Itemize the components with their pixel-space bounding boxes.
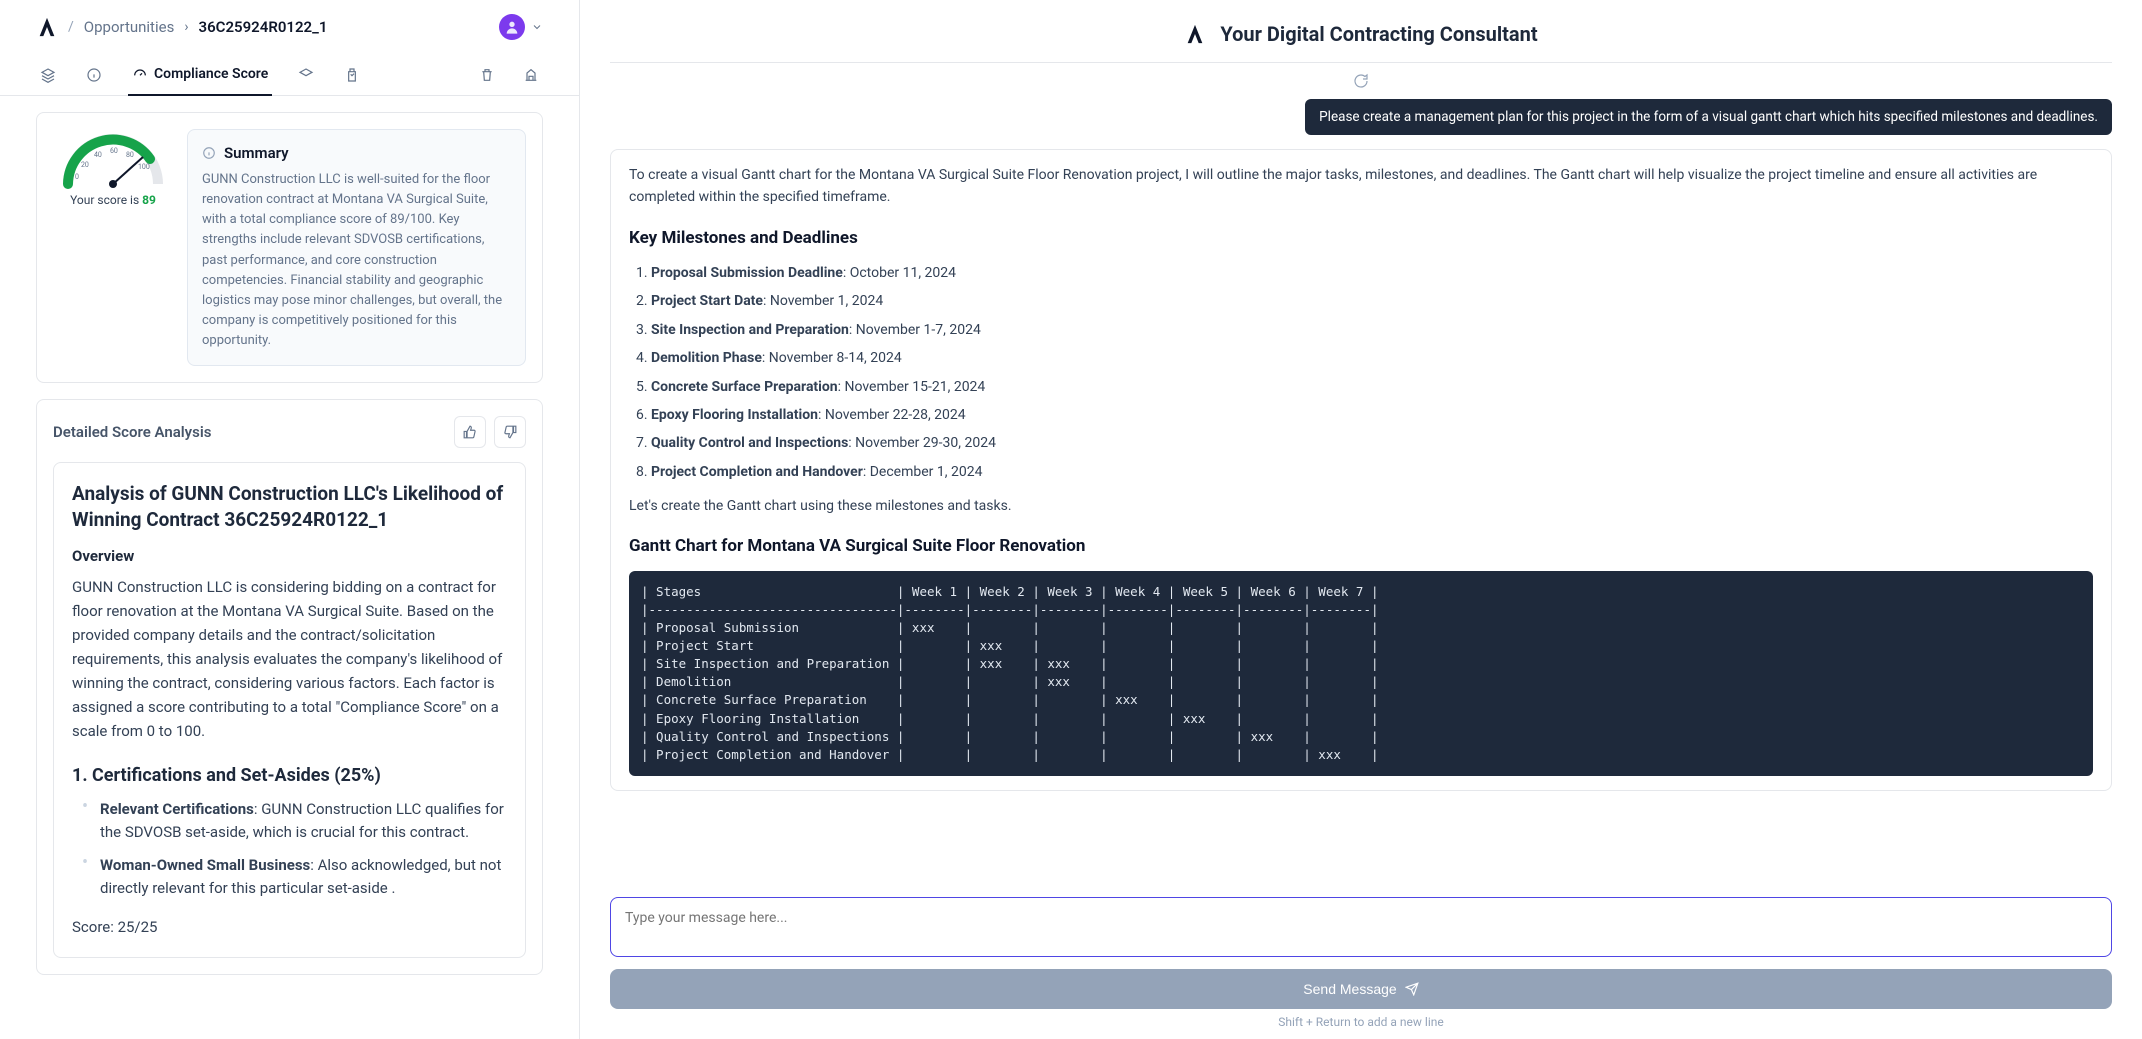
- analysis-heading: Analysis of GUNN Construction LLC's Like…: [72, 481, 507, 532]
- tab-edit[interactable]: [340, 55, 364, 95]
- svg-text:20: 20: [81, 161, 89, 169]
- overview-heading: Overview: [72, 547, 507, 565]
- thumbs-down-button[interactable]: [494, 416, 526, 448]
- gantt-chart: | Stages | Week 1 | Week 2 | Week 3 | We…: [629, 571, 2093, 776]
- summary-text: GUNN Construction LLC is well-suited for…: [202, 170, 511, 351]
- svg-text:0: 0: [75, 173, 79, 181]
- svg-text:80: 80: [126, 151, 134, 159]
- svg-text:60: 60: [110, 147, 118, 155]
- milestone-item: Project Start Date: November 1, 2024: [651, 290, 2093, 312]
- milestone-item: Demolition Phase: November 8-14, 2024: [651, 347, 2093, 369]
- gauge-icon: 0 20 40 60 80 100: [58, 129, 168, 191]
- delete-button[interactable]: [475, 55, 499, 95]
- thumbs-up-button[interactable]: [454, 416, 486, 448]
- section-score: Score: 25/25: [72, 915, 507, 939]
- tab-compliance-score[interactable]: Compliance Score: [128, 54, 272, 96]
- list-item: Woman-Owned Small Business: Also acknowl…: [82, 854, 507, 901]
- consultant-logo: [1184, 23, 1206, 45]
- milestone-item: Epoxy Flooring Installation: November 22…: [651, 404, 2093, 426]
- svg-text:40: 40: [94, 151, 102, 159]
- archive-button[interactable]: [519, 55, 543, 95]
- gantt-heading: Gantt Chart for Montana VA Surgical Suit…: [629, 533, 2093, 560]
- crumb-id: 36C25924R0122_1: [199, 18, 328, 36]
- breadcrumb: / Opportunities › 36C25924R0122_1: [0, 0, 579, 54]
- avatar: [499, 14, 525, 40]
- consultant-title: Your Digital Contracting Consultant: [1220, 22, 1537, 46]
- send-icon: [1405, 982, 1419, 996]
- milestone-item: Concrete Surface Preparation: November 1…: [651, 376, 2093, 398]
- info-icon: [202, 146, 216, 160]
- tab-label: Compliance Score: [154, 66, 268, 82]
- detailed-score-card: Detailed Score Analysis Analysis of GUNN…: [36, 399, 543, 974]
- dsa-title: Detailed Score Analysis: [53, 423, 211, 441]
- tab-info[interactable]: [82, 55, 106, 95]
- chevron-down-icon: [531, 21, 543, 33]
- milestone-item: Site Inspection and Preparation: Novembe…: [651, 319, 2093, 341]
- gauge-icon: [132, 66, 148, 82]
- list-item: Relevant Certifications: GUNN Constructi…: [82, 798, 507, 845]
- send-button[interactable]: Send Message: [610, 969, 2112, 1009]
- milestones-heading: Key Milestones and Deadlines: [629, 225, 2093, 252]
- user-message: Please create a management plan for this…: [1305, 99, 2112, 135]
- svg-text:100: 100: [138, 163, 150, 171]
- summary-title: Summary: [224, 144, 289, 162]
- score-summary-card: 0 20 40 60 80 100 Your score is 89 Summ: [36, 112, 543, 383]
- assistant-message: To create a visual Gantt chart for the M…: [610, 149, 2112, 791]
- user-menu[interactable]: [499, 14, 543, 40]
- milestone-item: Quality Control and Inspections: Novembe…: [651, 432, 2093, 454]
- section-1-heading: 1. Certifications and Set-Asides (25%): [72, 765, 507, 786]
- composer-hint: Shift + Return to add a new line: [610, 1015, 2112, 1029]
- milestone-item: Proposal Submission Deadline: October 11…: [651, 262, 2093, 284]
- overview-text: GUNN Construction LLC is considering bid…: [72, 575, 507, 743]
- score-label: Your score is 89: [70, 193, 156, 207]
- milestone-item: Project Completion and Handover: Decembe…: [651, 461, 2093, 483]
- app-logo: [36, 16, 58, 38]
- tab-layers[interactable]: [36, 55, 60, 95]
- message-input[interactable]: [610, 897, 2112, 957]
- tab-stack[interactable]: [294, 55, 318, 95]
- crumb-opportunities[interactable]: Opportunities: [84, 18, 175, 36]
- chat-separator-icon: [610, 63, 2112, 99]
